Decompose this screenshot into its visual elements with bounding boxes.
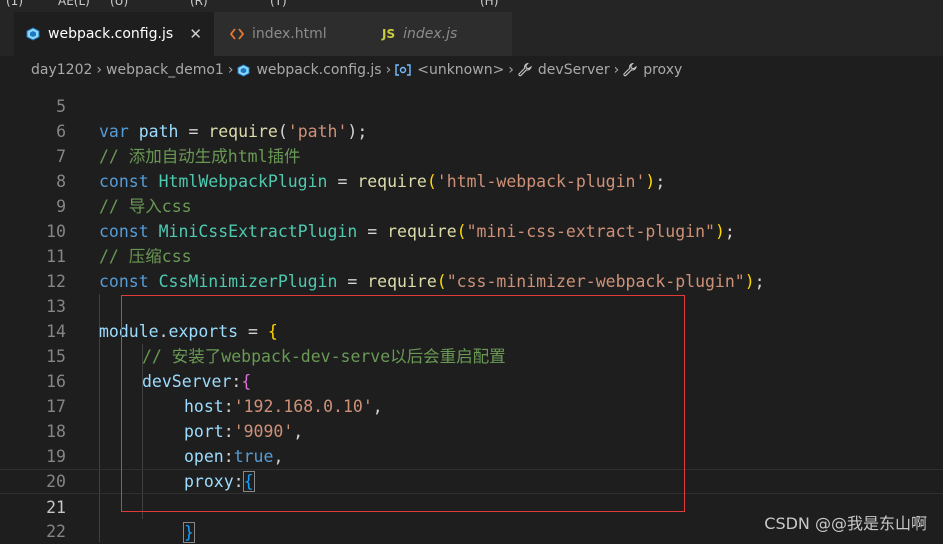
menu-fragment[interactable]: (H) — [480, 0, 498, 8]
menu-fragment[interactable]: AE(L) — [58, 0, 90, 8]
code-line[interactable]: 19 proxy:{ — [0, 419, 943, 492]
js-file-icon: JS — [382, 27, 396, 41]
tab-label: index.html — [252, 26, 327, 42]
editor-tab-bar: webpack.config.js ✕ index.html JS index.… — [0, 12, 943, 56]
csdn-watermark: CSDN @@我是东山啊 — [764, 514, 927, 533]
code-line[interactable]: 6 // 添加自动生成html插件 — [0, 94, 943, 166]
html-brackets-icon — [230, 28, 244, 40]
menu-fragment[interactable]: (T) — [270, 0, 287, 8]
webpack-cube-icon — [26, 27, 40, 41]
tab-index-html[interactable]: index.html — [214, 12, 364, 56]
code-editor[interactable]: 5 var path = require('path'); 6 // 添加自动生… — [0, 69, 943, 544]
code-line[interactable]: 13 module.exports = { — [0, 269, 943, 341]
code-line[interactable]: 9 const MiniCssExtractPlugin = require("… — [0, 169, 943, 241]
tab-label: index.js — [403, 26, 458, 42]
code-line[interactable]: 5 var path = require('path'); — [0, 69, 943, 141]
code-line[interactable]: 10 // 压缩css — [0, 194, 943, 266]
menu-fragment[interactable]: (U) — [110, 0, 128, 8]
code-line[interactable]: 18 open:true, — [0, 394, 943, 466]
code-line[interactable]: 20 — [0, 444, 943, 491]
tab-webpack-config[interactable]: webpack.config.js ✕ — [14, 12, 214, 56]
code-line[interactable]: 14 // 安装了webpack-dev-serve以后会重启配置 — [0, 294, 943, 366]
code-line[interactable]: 15 devServer:{ — [0, 319, 943, 391]
code-line[interactable]: 17 port:'9090', — [0, 369, 943, 441]
menu-bar: (1) AE(L) (U) (R) (T) (H) — [0, 0, 943, 12]
code-line[interactable]: 7 const HtmlWebpackPlugin = require('htm… — [0, 119, 943, 191]
code-line[interactable]: 16 host:'192.168.0.10', — [0, 344, 943, 416]
code-line[interactable]: 12 — [0, 244, 943, 291]
code-line[interactable]: 8 // 导入css — [0, 144, 943, 216]
close-icon[interactable]: ✕ — [189, 25, 202, 43]
tab-label: webpack.config.js — [48, 26, 174, 42]
menu-fragment[interactable]: (1) — [6, 0, 23, 8]
tab-index-js[interactable]: JS index.js — [364, 12, 512, 56]
code-line-current[interactable]: 21 } — [0, 469, 943, 543]
code-line[interactable]: 11 const CssMinimizerPlugin = require("c… — [0, 219, 943, 291]
menu-fragment[interactable]: (R) — [190, 0, 208, 8]
